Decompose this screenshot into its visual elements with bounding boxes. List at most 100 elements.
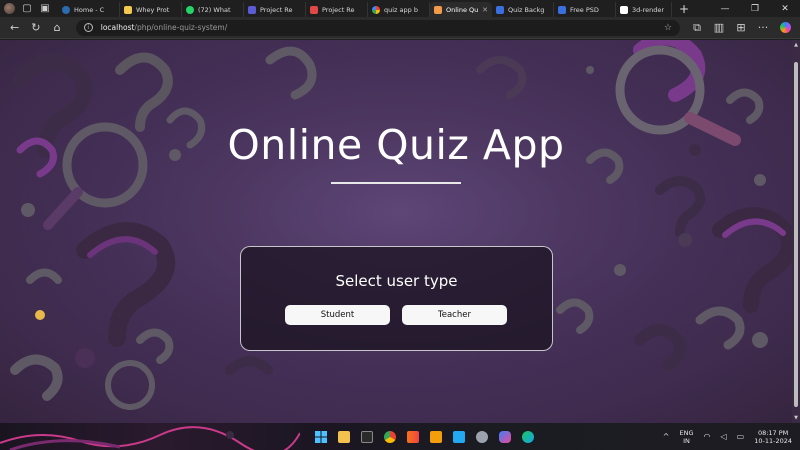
workspaces-button[interactable]: ▢ xyxy=(18,0,36,17)
user-type-heading: Select user type xyxy=(335,272,458,290)
edge-icon xyxy=(521,430,534,443)
collections-icon[interactable]: ⊞ xyxy=(730,18,752,38)
browser-tab[interactable]: quiz app b xyxy=(368,2,430,17)
profile-icon xyxy=(3,3,15,14)
scroll-down-icon[interactable]: ▼ xyxy=(793,415,799,421)
clock-date: 10-11-2024 xyxy=(754,436,792,445)
browser-tab[interactable]: Free PSD xyxy=(554,2,616,17)
copilot-icon xyxy=(498,430,511,443)
tab-label: Free PSD xyxy=(570,5,599,14)
split-screen-icon[interactable]: ▥ xyxy=(708,18,730,38)
widgets-artwork[interactable] xyxy=(0,423,300,450)
tab-favicon-icon xyxy=(124,5,132,14)
refresh-icon[interactable]: ↻ xyxy=(25,18,46,38)
profile-avatar[interactable] xyxy=(0,0,18,17)
pdf-icon xyxy=(310,5,318,14)
tab-label: (72) What xyxy=(198,5,231,14)
browser-tab[interactable]: Whey Prot xyxy=(120,2,182,17)
language-indicator[interactable]: ENG IN xyxy=(680,429,694,445)
media-icon xyxy=(406,430,419,443)
url-host: localhost xyxy=(100,23,135,32)
title-underline xyxy=(331,182,461,184)
tab-label: Project Re xyxy=(322,5,355,14)
browser-tab[interactable]: Project Re xyxy=(244,2,306,17)
wifi-icon[interactable]: ◠ xyxy=(704,432,711,441)
student-button[interactable]: Student xyxy=(285,305,390,325)
minimize-icon[interactable]: — xyxy=(710,0,740,17)
scrollbar-thumb[interactable] xyxy=(794,62,798,407)
tab-favicon-icon xyxy=(496,5,504,14)
taskbar-app-orange[interactable] xyxy=(426,427,445,446)
taskbar-app-chrome[interactable] xyxy=(380,427,399,446)
address-bar[interactable]: i localhost/php/online-quiz-system/ ☆ xyxy=(75,19,680,36)
tab-label: Project Re xyxy=(260,5,293,14)
site-info-icon[interactable]: i xyxy=(83,23,93,32)
back-icon[interactable]: ← xyxy=(4,18,25,38)
browser-tab-strip: ▢ ▣ Home - C Whey Prot (72) What Project… xyxy=(0,0,800,17)
whatsapp-icon xyxy=(186,5,194,14)
taskbar-app-settings[interactable] xyxy=(472,427,491,446)
browser-tab[interactable]: Home - C xyxy=(58,2,120,17)
more-menu-icon[interactable]: ··· xyxy=(752,18,774,38)
browser-tab[interactable]: (72) What xyxy=(182,2,244,17)
clock-time: 08:17 PM xyxy=(757,428,789,437)
maximize-icon[interactable]: ❐ xyxy=(740,0,770,17)
chevron-up-icon[interactable]: ^ xyxy=(663,432,670,441)
favorite-star-icon[interactable]: ☆ xyxy=(664,23,672,33)
tab-label: quiz app b xyxy=(384,5,418,14)
copilot-button[interactable] xyxy=(774,18,796,38)
tab-list: Home - C Whey Prot (72) What Project Re … xyxy=(58,0,692,17)
close-window-icon[interactable]: ✕ xyxy=(770,0,800,17)
toolbar-actions: ⧉ ▥ ⊞ ··· xyxy=(686,18,796,38)
copilot-icon xyxy=(779,22,791,33)
tab-label: 3d-render xyxy=(632,5,665,14)
close-tab-icon[interactable]: ✕ xyxy=(482,6,488,14)
scroll-up-icon[interactable]: ▲ xyxy=(793,42,799,48)
tab-label: Whey Prot xyxy=(136,5,170,14)
browser-tab[interactable]: Project Re xyxy=(306,2,368,17)
browser-tab[interactable]: 3d-render xyxy=(616,2,672,17)
tab-favicon-icon xyxy=(62,5,70,14)
page-viewport: Online Quiz App Select user type Student… xyxy=(0,40,800,423)
new-tab-button[interactable]: + xyxy=(676,2,692,16)
store-icon xyxy=(360,430,373,443)
taskbar-app-edge[interactable] xyxy=(518,427,537,446)
tab-actions-button[interactable]: ▣ xyxy=(36,0,54,17)
tab-label: Home - C xyxy=(74,5,105,14)
page-title: Online Quiz App xyxy=(227,121,565,169)
extensions-icon[interactable]: ⧉ xyxy=(686,18,708,38)
question-mark-background xyxy=(0,40,800,423)
window-controls: — ❐ ✕ xyxy=(710,0,800,17)
system-tray: ^ ENG IN ◠ ◁ ▭ 08:17 PM 10-11-2024 xyxy=(663,426,792,447)
tab-label: Online Qu xyxy=(446,5,479,14)
taskbar-app-vscode[interactable] xyxy=(449,427,468,446)
vscode-icon xyxy=(452,430,465,443)
browser-tab[interactable]: Quiz Backg xyxy=(492,2,554,17)
app-icon xyxy=(429,430,442,443)
folder-icon xyxy=(337,430,350,443)
taskbar-app-file-explorer[interactable] xyxy=(334,427,353,446)
tab-label: Quiz Backg xyxy=(508,5,545,14)
battery-icon[interactable]: ▭ xyxy=(737,432,745,441)
home-icon[interactable]: ⌂ xyxy=(47,18,68,38)
taskbar-apps xyxy=(311,427,537,446)
gear-icon xyxy=(475,430,488,443)
url-path: /php/online-quiz-system/ xyxy=(134,23,228,32)
browser-tab-active[interactable]: Online Qu ✕ xyxy=(430,2,492,17)
taskbar-app-media[interactable] xyxy=(403,427,422,446)
page-scrollbar[interactable]: ▲ ▼ xyxy=(792,40,800,423)
google-icon xyxy=(372,5,380,14)
language-code: ENG xyxy=(679,428,694,437)
browser-toolbar: ← ↻ ⌂ i localhost/php/online-quiz-system… xyxy=(0,17,800,39)
taskbar-app-store[interactable] xyxy=(357,427,376,446)
teacher-button[interactable]: Teacher xyxy=(402,305,507,325)
document-icon xyxy=(620,5,628,14)
chrome-icon xyxy=(383,430,396,443)
taskbar-app-copilot[interactable] xyxy=(495,427,514,446)
tab-favicon-icon xyxy=(434,5,442,14)
clock[interactable]: 08:17 PM 10-11-2024 xyxy=(754,429,792,445)
user-type-card: Select user type Student Teacher xyxy=(240,246,553,351)
speaker-icon[interactable]: ◁ xyxy=(721,432,727,441)
tab-favicon-icon xyxy=(248,5,256,14)
start-button[interactable] xyxy=(311,427,330,446)
